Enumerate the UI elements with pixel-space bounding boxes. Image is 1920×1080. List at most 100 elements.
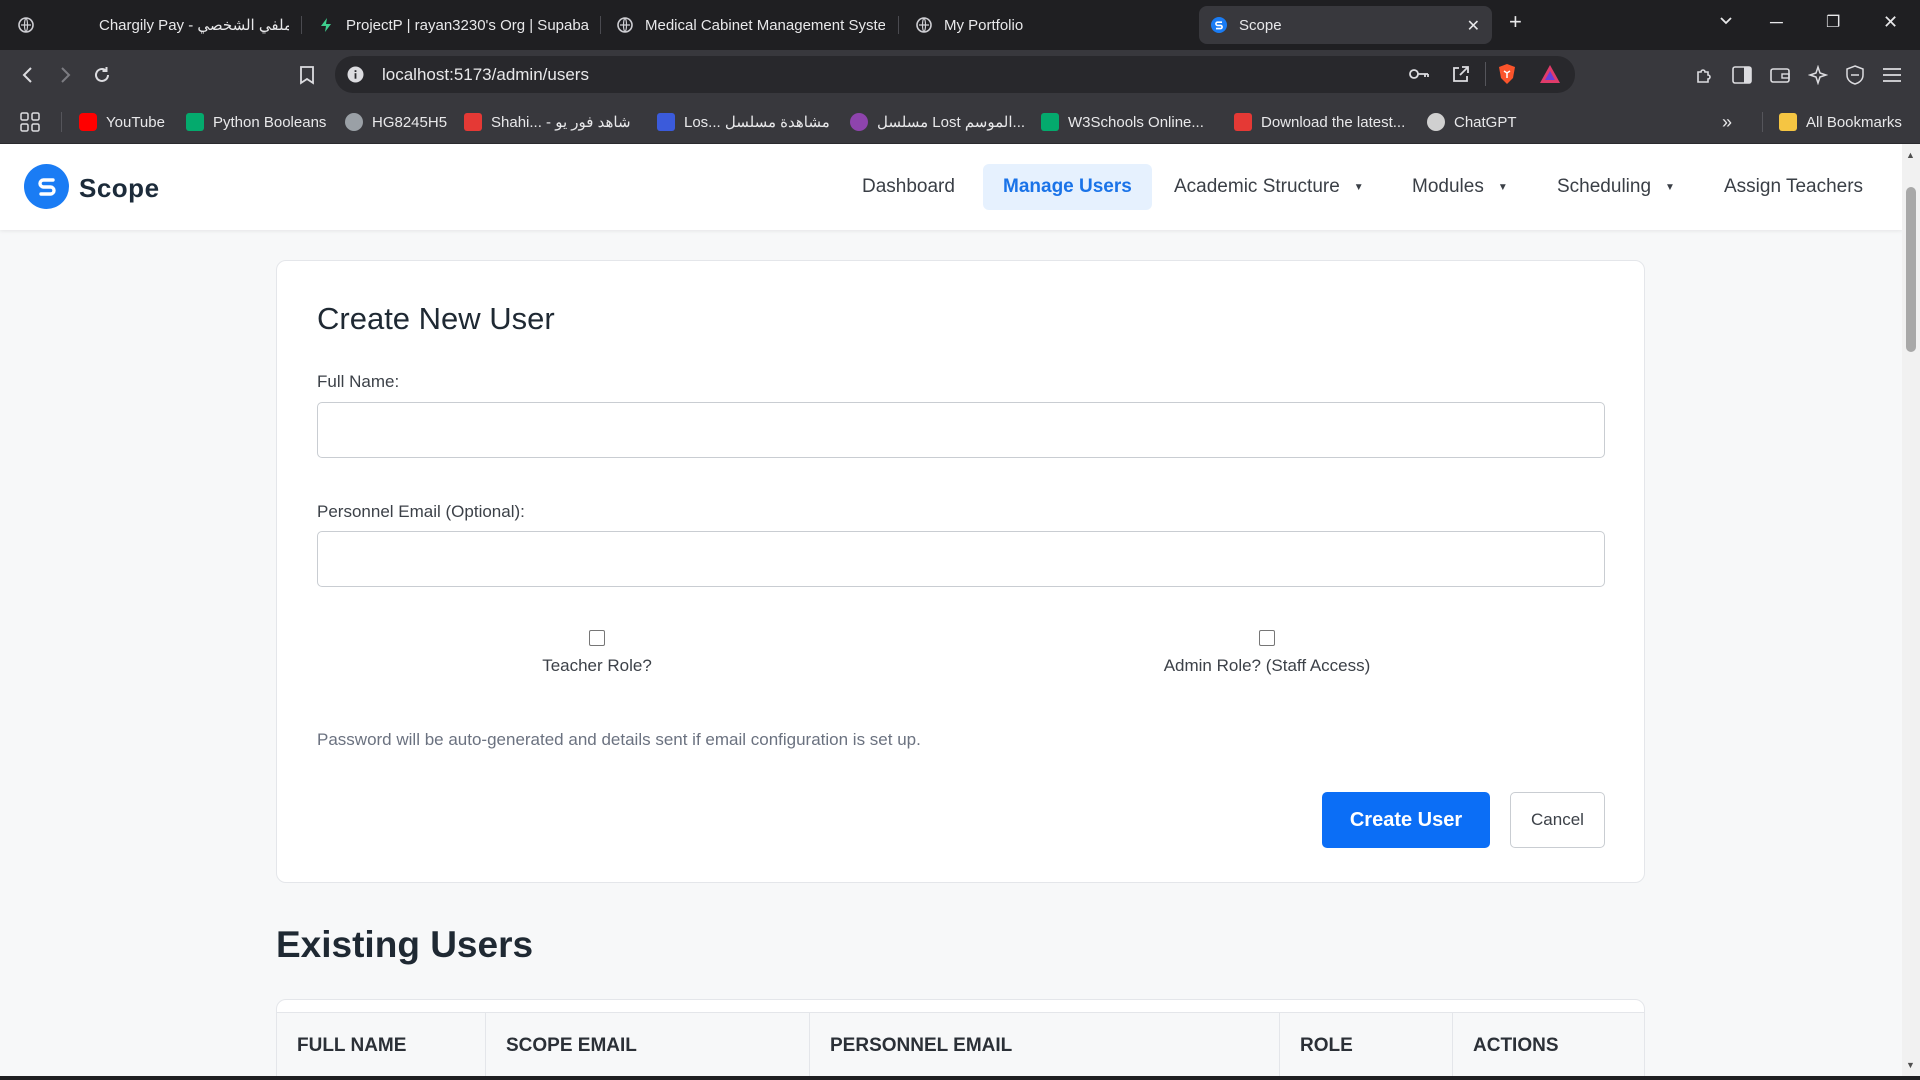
nav-dashboard[interactable]: Dashboard <box>842 164 975 210</box>
cancel-button[interactable]: Cancel <box>1510 792 1605 848</box>
minimize-icon[interactable]: ─ <box>1770 12 1783 33</box>
full-name-label: Full Name: <box>317 372 400 391</box>
bookmark-w3schools[interactable]: W3Schools Online... <box>1041 111 1204 133</box>
brave-rewards-icon[interactable] <box>1539 64 1561 89</box>
dropdown-caret-icon: ▼ <box>1497 181 1508 193</box>
bookmark-label: ChatGPT <box>1454 113 1517 131</box>
personnel-email-input[interactable] <box>317 531 1605 587</box>
column-header-personnel-email[interactable]: PERSONNEL EMAIL <box>810 1013 1280 1076</box>
menu-icon[interactable] <box>1880 63 1904 87</box>
scroll-up-icon[interactable]: ▲ <box>1906 150 1915 160</box>
bookmark-label: Download the latest... <box>1261 113 1406 131</box>
tab-medical-cabinet[interactable]: Medical Cabinet Management Syste <box>617 6 885 44</box>
scope-logo-icon[interactable] <box>24 164 69 209</box>
bookmark-label: Shahi... - شاهد فور يو <box>491 114 631 131</box>
column-header-role[interactable]: ROLE <box>1280 1013 1453 1076</box>
browser-tab-strip: Chargily Pay - ملفي الشخصي ProjectP | ra… <box>0 0 1920 50</box>
nav-label: Dashboard <box>862 176 955 197</box>
bookmark-shahid[interactable]: Shahi... - شاهد فور يو <box>464 111 631 133</box>
teacher-role-option: Teacher Role? <box>517 630 677 676</box>
tab-supabase[interactable]: ProjectP | rayan3230's Org | Supaba <box>318 6 590 44</box>
scroll-down-icon[interactable]: ▼ <box>1906 1060 1915 1070</box>
tab-portfolio[interactable]: My Portfolio <box>916 6 1076 44</box>
close-tab-icon[interactable]: ✕ <box>1467 16 1480 36</box>
leo-ai-icon[interactable] <box>1806 63 1830 87</box>
column-header-scope-email[interactable]: SCOPE EMAIL <box>486 1013 810 1076</box>
nav-assign-teachers[interactable]: Assign Teachers <box>1704 164 1883 210</box>
tab-search-icon[interactable] <box>18 6 38 44</box>
users-table: FULL NAME SCOPE EMAIL PERSONNEL EMAIL RO… <box>276 999 1645 1076</box>
sidebar-toggle-icon[interactable] <box>1730 63 1754 87</box>
nav-scheduling[interactable]: Scheduling ▼ <box>1537 164 1695 210</box>
page-viewport: Scope Dashboard Manage Users Academic St… <box>0 144 1902 1076</box>
page-scrollbar[interactable]: ▲ ▼ <box>1902 144 1920 1076</box>
app-navbar: Scope Dashboard Manage Users Academic St… <box>0 144 1902 230</box>
tab-title: ProjectP | rayan3230's Org | Supaba <box>346 16 590 34</box>
chatgpt-icon <box>1427 113 1445 131</box>
bookmark-lost-season[interactable]: مسلسل Lost الموسم... <box>850 111 1025 133</box>
url-text: localhost:5173/admin/users <box>382 65 589 84</box>
personnel-email-label: Personnel Email (Optional): <box>317 502 525 521</box>
tab-title: Scope <box>1239 16 1282 34</box>
bookmark-youtube[interactable]: YouTube <box>79 111 165 133</box>
column-header-actions[interactable]: ACTIONS <box>1453 1013 1644 1076</box>
tab-search-chevron-icon[interactable] <box>1718 12 1734 33</box>
teacher-role-label: Teacher Role? <box>542 656 652 675</box>
password-key-icon[interactable] <box>1408 65 1430 88</box>
bookmark-divider <box>1762 112 1763 132</box>
tab-scope[interactable]: Scope ✕ <box>1199 6 1492 44</box>
tab-divider <box>600 16 601 34</box>
site-info-icon[interactable] <box>347 66 364 88</box>
nav-modules[interactable]: Modules ▼ <box>1392 164 1528 210</box>
bookmark-hg8245h5[interactable]: HG8245H5 <box>345 111 447 133</box>
tab-divider <box>301 16 302 34</box>
back-icon[interactable] <box>16 63 40 87</box>
bookmark-label: HG8245H5 <box>372 113 448 131</box>
w3schools-icon <box>186 113 204 131</box>
bookmarks-bar: YouTube Python Booleans HG8245H5 Shahi..… <box>0 100 1920 144</box>
bookmark-lost-series[interactable]: Los... مشاهدة مسلسل <box>657 111 830 133</box>
full-name-input[interactable] <box>317 402 1605 458</box>
scrollbar-thumb[interactable] <box>1906 187 1916 352</box>
vpn-icon[interactable] <box>1843 63 1867 87</box>
column-header-full-name[interactable]: FULL NAME <box>277 1013 486 1076</box>
new-tab-icon[interactable]: + <box>1509 9 1522 35</box>
bookmark-label: مسلسل Lost الموسم... <box>877 114 1026 131</box>
nav-label: Scheduling <box>1557 176 1652 197</box>
form-title: Create New User <box>317 301 555 336</box>
apps-grid-icon[interactable] <box>20 111 40 133</box>
address-bar[interactable]: localhost:5173/admin/users <box>335 56 1575 93</box>
film-icon <box>850 113 868 131</box>
globe-icon <box>18 17 34 33</box>
teacher-role-checkbox[interactable] <box>589 630 605 646</box>
tab-chargily[interactable]: Chargily Pay - ملفي الشخصي <box>99 6 289 44</box>
bookmark-python-booleans[interactable]: Python Booleans <box>186 111 326 133</box>
forward-icon[interactable] <box>53 63 77 87</box>
wallet-icon[interactable] <box>1768 63 1792 87</box>
browser-toolbar: localhost:5173/admin/users <box>0 50 1920 100</box>
nav-label: Academic Structure <box>1174 176 1340 197</box>
close-window-icon[interactable]: ✕ <box>1883 12 1898 33</box>
bookmark-icon[interactable] <box>295 63 319 87</box>
nav-academic-structure[interactable]: Academic Structure ▼ <box>1154 164 1384 210</box>
share-icon[interactable] <box>1451 64 1471 89</box>
tab-title: Medical Cabinet Management Syste <box>645 16 885 34</box>
nav-manage-users[interactable]: Manage Users <box>983 164 1152 210</box>
more-bookmarks-icon[interactable]: » <box>1722 111 1732 133</box>
bookmark-divider <box>61 112 62 132</box>
bookmark-chatgpt[interactable]: ChatGPT <box>1427 111 1517 133</box>
brand-name[interactable]: Scope <box>79 173 160 204</box>
globe-icon <box>617 17 633 33</box>
w-site-icon <box>657 113 675 131</box>
reload-icon[interactable] <box>90 63 114 87</box>
table-header-row: FULL NAME SCOPE EMAIL PERSONNEL EMAIL RO… <box>277 1012 1644 1076</box>
all-bookmarks-label: All Bookmarks <box>1806 113 1902 131</box>
globe-icon <box>916 17 932 33</box>
restore-icon[interactable]: ❐ <box>1826 12 1840 32</box>
admin-role-checkbox[interactable] <box>1259 630 1275 646</box>
create-user-button[interactable]: Create User <box>1322 792 1490 848</box>
extensions-icon[interactable] <box>1692 63 1716 87</box>
all-bookmarks[interactable]: All Bookmarks <box>1779 111 1902 133</box>
bookmark-download[interactable]: Download the latest... <box>1234 111 1405 133</box>
brave-shields-icon[interactable] <box>1497 63 1517 90</box>
